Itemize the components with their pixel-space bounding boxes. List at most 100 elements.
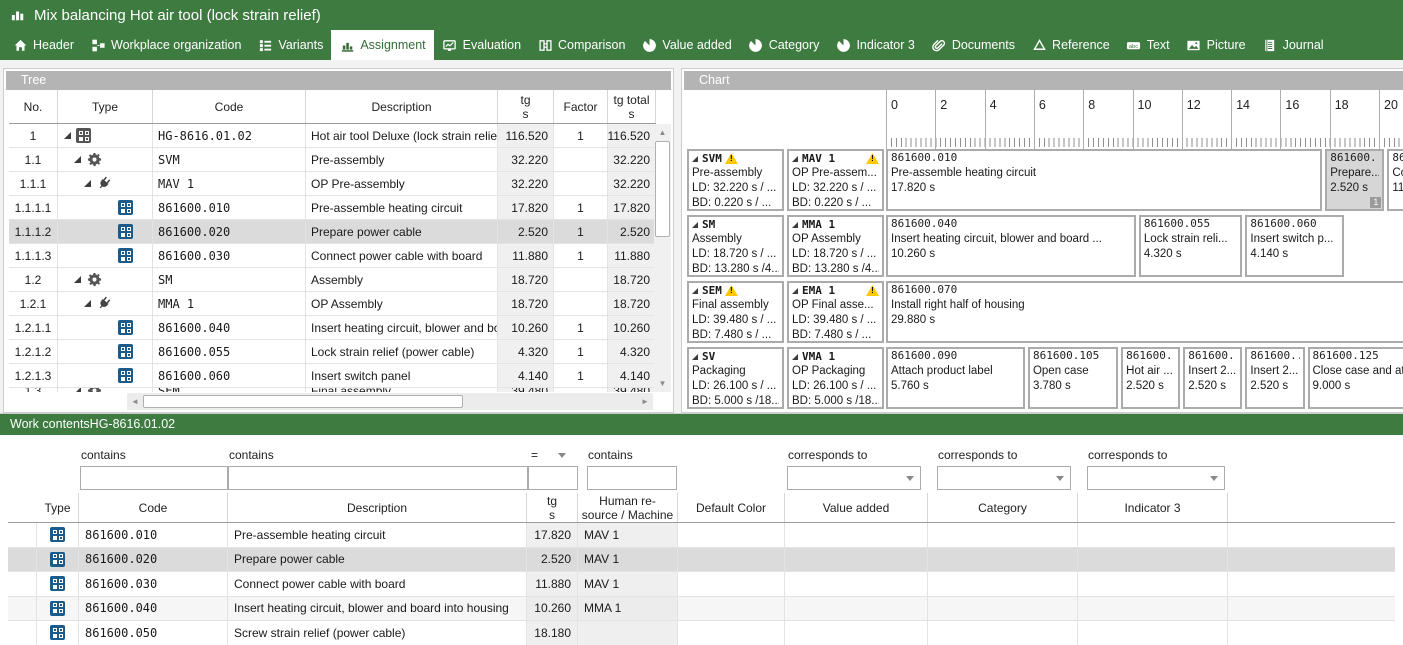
column-header-category[interactable]: Category bbox=[928, 493, 1078, 522]
tab-documents[interactable]: Documents bbox=[923, 30, 1023, 60]
filter-indicator-select[interactable] bbox=[1087, 466, 1225, 490]
scroll-left-arrow[interactable]: ◄ bbox=[127, 393, 143, 410]
expander-icon[interactable] bbox=[692, 288, 698, 294]
operation-box[interactable]: EMA 1OP Final asse...LD: 39.480 s / ...B… bbox=[787, 281, 884, 343]
filter-tg-operator[interactable]: = bbox=[531, 448, 566, 462]
section-box[interactable]: SMAssemblyLD: 18.720 s / ...BD: 13.280 s… bbox=[687, 215, 784, 277]
expander-icon[interactable] bbox=[74, 276, 81, 283]
tree-row[interactable]: 1HG-8616.01.02Hot air tool Deluxe (lock … bbox=[9, 124, 656, 148]
column-header-tg[interactable]: tg s bbox=[527, 493, 578, 522]
tab-header[interactable]: Header bbox=[4, 30, 82, 60]
operation-ld: LD: 18.720 s / ... bbox=[792, 247, 879, 262]
filter-category-select[interactable] bbox=[937, 466, 1071, 490]
column-header-description[interactable]: Description bbox=[306, 90, 498, 123]
filter-code-input[interactable] bbox=[80, 466, 228, 490]
vertical-scroll-thumb[interactable] bbox=[655, 141, 670, 237]
expander-icon[interactable] bbox=[692, 222, 698, 228]
tree-row[interactable]: 1.2.1.3861600.060Insert switch panel4.14… bbox=[9, 364, 656, 388]
tab-category[interactable]: Category bbox=[740, 30, 828, 60]
chart-bar[interactable]: 861600.090Attach product label5.760 s bbox=[886, 347, 1025, 409]
column-header-code[interactable]: Code bbox=[153, 90, 306, 123]
operation-box[interactable]: MAV 1OP Pre-assem...LD: 32.220 s / ...BD… bbox=[787, 149, 884, 211]
tree-horizontal-scrollbar[interactable]: ◄ ► bbox=[127, 393, 653, 410]
tab-workplace-organization[interactable]: Workplace organization bbox=[82, 30, 249, 60]
tab-indicator-3[interactable]: Indicator 3 bbox=[827, 30, 922, 60]
work-content-row[interactable]: 861600.020Prepare power cable2.520MAV 1 bbox=[8, 548, 1395, 573]
expander-icon[interactable] bbox=[792, 156, 798, 162]
filter-description-input[interactable] bbox=[228, 466, 528, 490]
chart-bar[interactable]: 861600.070Install right half of housing2… bbox=[886, 281, 1403, 343]
expander-icon[interactable] bbox=[792, 288, 798, 294]
tab-reference[interactable]: Reference bbox=[1023, 30, 1118, 60]
chart-bar[interactable]: 861600.040Insert heating circuit, blower… bbox=[886, 215, 1136, 277]
scroll-right-arrow[interactable]: ► bbox=[637, 393, 653, 410]
tree-row[interactable]: 1.1.1.3861600.030Connect power cable wit… bbox=[9, 244, 656, 268]
column-header-value-added[interactable]: Value added bbox=[785, 493, 928, 522]
column-header-description[interactable]: Description bbox=[228, 493, 527, 522]
filter-value-added-select[interactable] bbox=[787, 466, 921, 490]
chart-bar[interactable]: 861600...Insert 2...2.520 s bbox=[1183, 347, 1242, 409]
tab-picture[interactable]: Picture bbox=[1178, 30, 1254, 60]
tree-row[interactable]: 1.2.1MMA 1OP Assembly18.72018.720 bbox=[9, 292, 656, 316]
tree-row[interactable]: 1.2.1.1861600.040Insert heating circuit,… bbox=[9, 316, 656, 340]
chart-bar[interactable]: 861600...Insert 2...2.520 s bbox=[1245, 347, 1304, 409]
row-code: 861600.040 bbox=[79, 597, 228, 621]
filter-resource-input[interactable] bbox=[587, 466, 677, 490]
tree-row[interactable]: 1.2SMAssembly18.72018.720 bbox=[9, 268, 656, 292]
column-header-resource[interactable]: Human re- source / Machine bbox=[578, 493, 678, 522]
expander-icon[interactable] bbox=[692, 354, 698, 360]
expander-icon[interactable] bbox=[74, 388, 81, 392]
expander-icon[interactable] bbox=[792, 354, 798, 360]
operation-box[interactable]: MMA 1OP AssemblyLD: 18.720 s / ...BD: 13… bbox=[787, 215, 884, 277]
column-header-tg-total[interactable]: tg total s bbox=[608, 90, 656, 123]
horizontal-scroll-thumb[interactable] bbox=[143, 395, 463, 408]
column-header-no[interactable]: No. bbox=[9, 90, 58, 123]
chart-bar[interactable]: 861600.055Lock strain reli...4.320 s bbox=[1139, 215, 1242, 277]
tree-row[interactable]: 1.1.1.2861600.020Prepare power cable2.52… bbox=[9, 220, 656, 244]
expander-icon[interactable] bbox=[74, 156, 81, 163]
tab-text[interactable]: abcText bbox=[1118, 30, 1178, 60]
section-box[interactable]: SEMFinal assemblyLD: 39.480 s / ...BD: 7… bbox=[687, 281, 784, 343]
tree-row[interactable]: 1.1SVMPre-assembly32.22032.220 bbox=[9, 148, 656, 172]
chart-bar[interactable]: 861600.125Close case and atta9.000 s bbox=[1308, 347, 1403, 409]
tree-vertical-scrollbar[interactable]: ▲ ▼ bbox=[654, 124, 671, 392]
column-header-tg[interactable]: tg s bbox=[498, 90, 554, 123]
tab-variants[interactable]: Variants bbox=[249, 30, 331, 60]
tab-value-added[interactable]: Value added bbox=[633, 30, 739, 60]
chart-bar[interactable]: 861600...Hot air ...2.520 s bbox=[1121, 347, 1180, 409]
tree-row[interactable]: 1.2.1.2861600.055Lock strain relief (pow… bbox=[9, 340, 656, 364]
work-content-row[interactable]: 861600.030Connect power cable with board… bbox=[8, 572, 1395, 597]
column-header-code[interactable]: Code bbox=[79, 493, 228, 522]
column-header-default-color[interactable]: Default Color bbox=[678, 493, 785, 522]
work-content-row[interactable]: 861600.040Insert heating circuit, blower… bbox=[8, 597, 1395, 622]
expander-icon[interactable] bbox=[792, 222, 798, 228]
operation-box[interactable]: VMA 1OP PackagingLD: 26.100 s / ...BD: 5… bbox=[787, 347, 884, 409]
chart-bar[interactable]: 861600.030Connect power cable with board… bbox=[1387, 149, 1403, 211]
expander-icon[interactable] bbox=[692, 156, 698, 162]
scroll-up-arrow[interactable]: ▲ bbox=[654, 124, 671, 141]
section-box[interactable]: SVPackagingLD: 26.100 s / ...BD: 5.000 s… bbox=[687, 347, 784, 409]
work-content-row[interactable]: 861600.010Pre-assemble heating circuit17… bbox=[8, 523, 1395, 548]
column-header-factor[interactable]: Factor bbox=[554, 90, 608, 123]
expander-icon[interactable] bbox=[84, 180, 91, 187]
tab-journal[interactable]: Journal bbox=[1254, 30, 1332, 60]
tree-row[interactable]: 1.3SEMFinal assembly39.48039.480 bbox=[9, 388, 656, 392]
column-header-indicator-3[interactable]: Indicator 3 bbox=[1078, 493, 1228, 522]
expander-icon[interactable] bbox=[84, 300, 91, 307]
column-header-type[interactable]: Type bbox=[58, 90, 153, 123]
tab-evaluation[interactable]: Evaluation bbox=[434, 30, 529, 60]
section-box[interactable]: SVMPre-assemblyLD: 32.220 s / ...BD: 0.2… bbox=[687, 149, 784, 211]
tab-comparison[interactable]: Comparison bbox=[529, 30, 633, 60]
chart-bar[interactable]: 861600.060Insert switch p...4.140 s bbox=[1245, 215, 1344, 277]
expander-icon[interactable] bbox=[64, 132, 71, 139]
scroll-down-arrow[interactable]: ▼ bbox=[654, 375, 671, 392]
tree-row[interactable]: 1.1.1MAV 1OP Pre-assembly32.22032.220 bbox=[9, 172, 656, 196]
chart-bar[interactable]: 861600.010Pre-assemble heating circuit17… bbox=[886, 149, 1322, 211]
column-header-type[interactable]: Type bbox=[37, 493, 79, 522]
chart-bar[interactable]: 861600...Prepare...2.520 s1 bbox=[1325, 149, 1384, 211]
tab-assignment[interactable]: Assignment bbox=[331, 30, 433, 60]
work-content-row[interactable]: 861600.050Screw strain relief (power cab… bbox=[8, 621, 1395, 645]
filter-tg-input[interactable] bbox=[528, 466, 578, 490]
tree-row[interactable]: 1.1.1.1861600.010Pre-assemble heating ci… bbox=[9, 196, 656, 220]
chart-bar[interactable]: 861600.105Open case3.780 s bbox=[1028, 347, 1118, 409]
